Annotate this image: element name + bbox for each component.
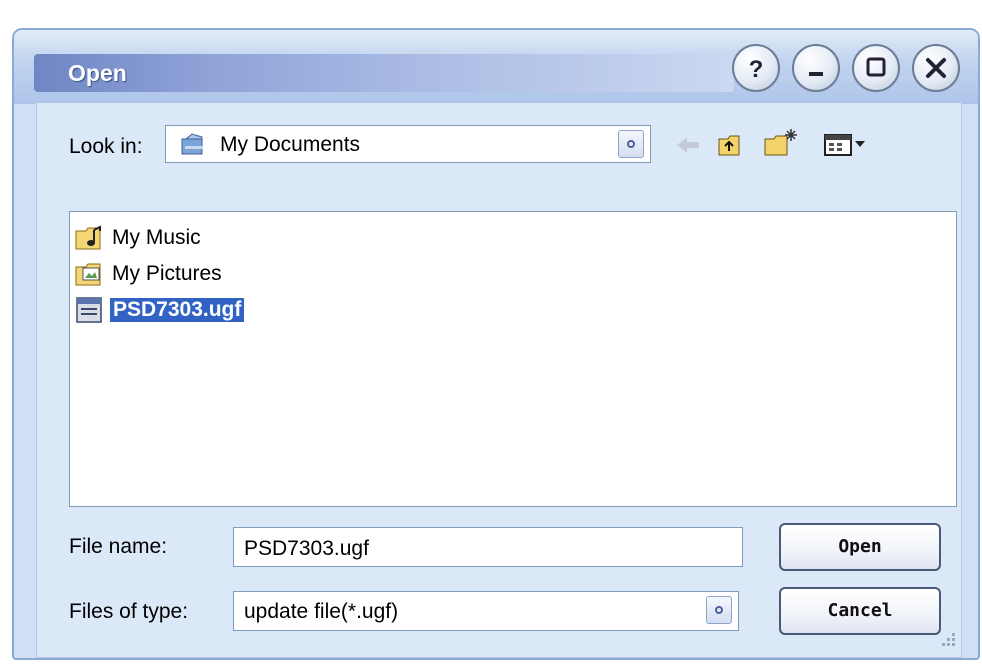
look-in-label: Look in: [69, 135, 143, 158]
music-folder-icon [74, 224, 108, 257]
file-type-value: update file(*.ugf) [244, 600, 399, 623]
title-band [34, 54, 734, 92]
close-button[interactable] [912, 44, 960, 92]
back-arrow-icon[interactable] [673, 133, 703, 162]
file-icon [74, 296, 108, 329]
file-name-field-label: File name: [69, 535, 168, 558]
minimize-icon [809, 72, 823, 76]
new-folder-icon[interactable] [763, 127, 801, 164]
maximize-icon [866, 57, 886, 77]
file-name-value: PSD7303.ugf [244, 537, 369, 560]
cancel-button[interactable]: Cancel [779, 587, 941, 635]
file-name-label: My Pictures [112, 262, 222, 285]
help-icon: ? [749, 56, 764, 83]
up-folder-icon[interactable] [717, 131, 749, 164]
resize-grip-icon[interactable] [941, 632, 957, 653]
file-type-combo[interactable]: update file(*.ugf) [233, 591, 739, 631]
list-item-my-pictures[interactable]: My Pictures [74, 258, 374, 290]
open-button[interactable]: Open [779, 523, 941, 571]
file-type-label: Files of type: [69, 600, 189, 623]
file-type-dropdown-button[interactable] [706, 596, 732, 624]
chevron-down-icon [627, 140, 635, 148]
open-dialog: Open ? Look in: My Documents My Music My… [12, 28, 980, 660]
chevron-down-icon [715, 606, 723, 614]
file-list[interactable]: My Music My Pictures PSD7303.ugf [69, 211, 957, 507]
look-in-combo[interactable]: My Documents [165, 125, 651, 163]
list-item-psd7303-ugf[interactable]: PSD7303.ugf [74, 294, 374, 326]
file-name-label: My Music [112, 226, 201, 249]
svg-text:?: ? [749, 56, 764, 83]
window-title: Open [68, 60, 127, 86]
pictures-folder-icon [74, 260, 108, 293]
title-bar[interactable]: Open ? [14, 30, 978, 104]
look-in-value: My Documents [220, 133, 361, 156]
my-documents-icon [180, 133, 208, 162]
close-icon [926, 58, 946, 78]
file-name-label: PSD7303.ugf [110, 298, 245, 322]
view-menu-icon[interactable] [823, 133, 869, 164]
file-name-input[interactable]: PSD7303.ugf [233, 527, 743, 567]
maximize-button[interactable] [852, 44, 900, 92]
minimize-button[interactable] [792, 44, 840, 92]
look-in-dropdown-button[interactable] [618, 130, 644, 158]
dialog-body: Look in: My Documents My Music My Pictur… [36, 102, 962, 658]
help-button[interactable]: ? [732, 44, 780, 92]
list-item-my-music[interactable]: My Music [74, 222, 374, 254]
